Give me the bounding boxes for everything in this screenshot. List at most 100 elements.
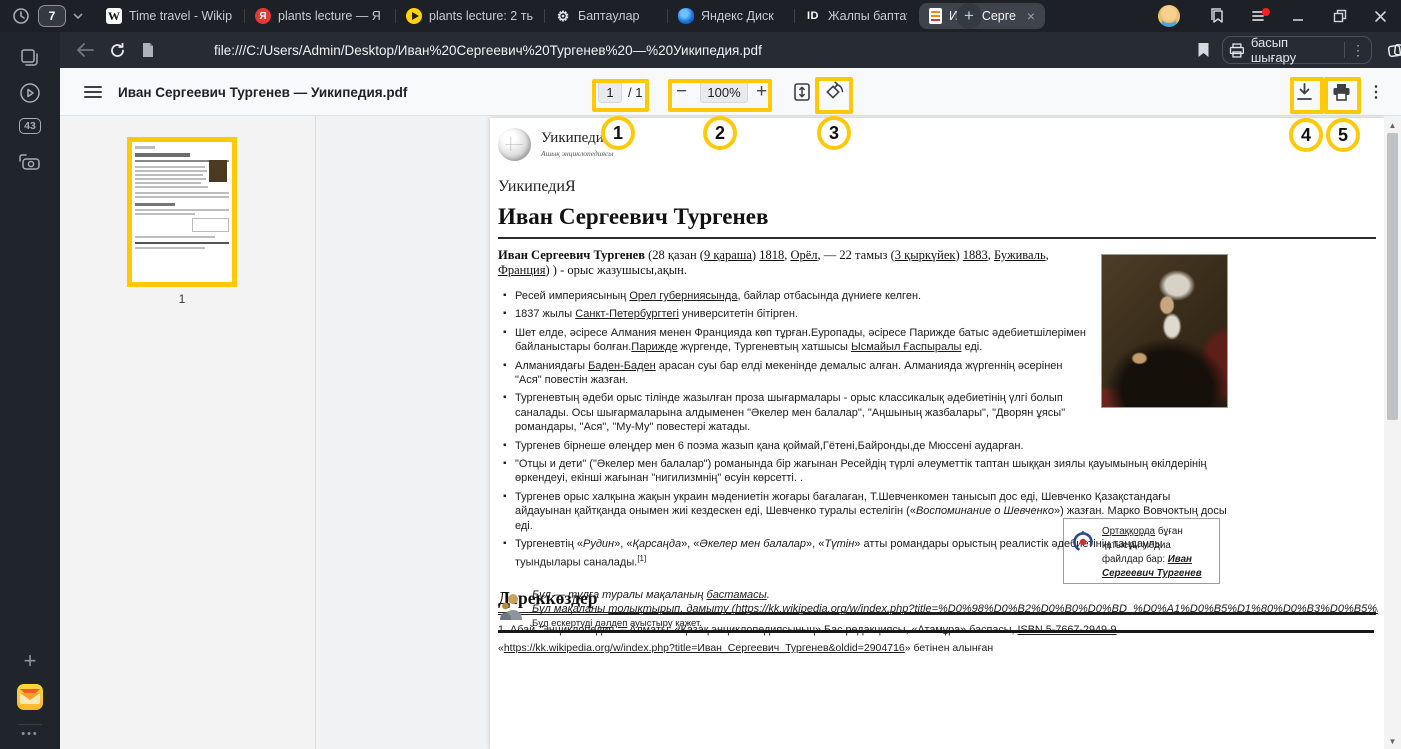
pdf-viewer-area: 1 УикипедиЯ Ашық энциклопедиясы Уикипеди… <box>60 116 1401 749</box>
new-tab-button[interactable]: + <box>956 3 982 29</box>
notification-dot <box>1262 8 1270 16</box>
addressbar: file:///C:/Users/Admin/Desktop/Иван%20Се… <box>60 32 1401 68</box>
tab-list-chevron-icon[interactable] <box>70 0 86 32</box>
bullet-item: Ресей империясының Орел губерниясында, б… <box>515 289 1228 303</box>
tab-label: Time travel - Wikip <box>129 9 232 23</box>
commons-infobox: Ортаққорда бұған қатысты медиа файлдар б… <box>1063 518 1220 584</box>
tab-groups-icon[interactable] <box>1382 32 1401 68</box>
browser-menu-icon[interactable] <box>1248 0 1272 32</box>
bookmark-flag-icon[interactable] <box>1190 32 1216 68</box>
pdf-file-icon <box>929 8 942 24</box>
titlebar: 7 W Time travel - Wikip Я plants lecture… <box>0 0 1401 32</box>
panels-icon[interactable] <box>0 48 60 68</box>
tab-label: plants lecture — Я <box>278 9 381 23</box>
tab-label: Яндекс Диск <box>701 9 774 23</box>
tab-plants-lecture-video[interactable]: plants lecture: 2 ть <box>396 0 544 32</box>
file-page-icon[interactable] <box>136 32 160 68</box>
gear-icon: ⚙ <box>555 8 571 24</box>
annotation-box-5-print <box>1324 77 1361 114</box>
annotation-label-4: 4 <box>1289 118 1323 152</box>
pdf-page: УикипедиЯ Ашық энциклопедиясы УикипедиЯ … <box>490 118 1384 749</box>
collections-bookmark-icon[interactable] <box>1206 0 1230 32</box>
commons-text: Ортаққорда бұған қатысты медиа файлдар б… <box>1102 525 1213 581</box>
rail-divider <box>18 724 42 725</box>
stub-person-icon <box>500 592 522 620</box>
pdf-document-title: Иван Сергеевич Тургенев — Уикипедия.pdf <box>118 68 407 116</box>
pdf-menu-hamburger-icon[interactable] <box>84 68 102 116</box>
pdf-more-kebab-icon[interactable]: ⋮ <box>1368 68 1384 116</box>
url-text[interactable]: file:///C:/Users/Admin/Desktop/Иван%20Се… <box>214 32 762 68</box>
tab-label: Жалпы баптаулар <box>828 9 907 23</box>
minimize-button[interactable] <box>1286 0 1310 32</box>
history-clock-icon[interactable] <box>8 0 34 32</box>
button-divider <box>1344 42 1345 58</box>
screen-capture-icon[interactable] <box>0 152 60 172</box>
close-window-button[interactable] <box>1368 0 1392 32</box>
article-title: Иван Сергеевич Тургенев <box>498 204 1376 239</box>
printer-icon <box>1229 43 1245 58</box>
annotation-label-2: 2 <box>703 116 737 150</box>
tab-label: plants lecture: 2 ть <box>429 9 533 23</box>
stub-line-1: Бұл — тұлға туралы мақаланың бастамасы. <box>532 588 1378 602</box>
wikipedia-globe-icon <box>498 128 531 161</box>
thumbnail-portrait-block <box>209 160 227 182</box>
tab-counter-badge[interactable]: 7 <box>38 5 66 27</box>
wikipedia-icon: W <box>106 8 122 24</box>
video-play-icon <box>406 8 422 24</box>
browser-window: 7 W Time travel - Wikip Я plants lecture… <box>0 0 1401 749</box>
add-panel-plus-icon[interactable]: + <box>0 648 60 674</box>
sidebar-rail: 43 + ••• <box>0 32 60 749</box>
tab-label: Баптаулар <box>578 9 640 23</box>
fit-to-page-button[interactable] <box>792 68 812 116</box>
scroll-down-icon[interactable]: ▼ <box>1384 734 1401 748</box>
site-name-line: УикипедиЯ <box>498 178 1384 196</box>
vertical-scrollbar[interactable]: ▲ ▼ <box>1384 116 1401 749</box>
restore-window-button[interactable] <box>1328 0 1352 32</box>
scroll-up-icon[interactable]: ▲ <box>1384 118 1401 132</box>
annotation-label-1: 1 <box>601 116 635 150</box>
tab-time-travel[interactable]: W Time travel - Wikip <box>96 0 244 32</box>
thumbnail-panel: 1 <box>60 116 316 749</box>
tab-count-badge-icon[interactable]: 43 <box>0 118 60 134</box>
yandex-mail-icon[interactable] <box>0 684 60 710</box>
bullet-item: 1837 жылы Санкт-Петербургтегі университе… <box>515 307 1228 321</box>
wikimedia-commons-icon <box>1071 529 1095 553</box>
rail-more-dots-icon[interactable]: ••• <box>0 728 60 740</box>
id-icon: ID <box>805 8 821 24</box>
print-label: басып шығару <box>1251 35 1336 65</box>
print-page-button[interactable]: басып шығару ⋮ <box>1222 36 1372 64</box>
print-options-kebab-icon[interactable]: ⋮ <box>1351 42 1365 59</box>
page-thumbnail[interactable] <box>127 137 237 287</box>
annotation-box-4-download <box>1290 77 1324 114</box>
footer-rule <box>498 630 1374 633</box>
tab-active-pdf[interactable]: Иван Сергееви × <box>919 3 1045 29</box>
close-tab-icon[interactable]: × <box>1027 8 1035 24</box>
annotation-box-3-rotate <box>815 77 853 114</box>
tab-plants-lecture-search[interactable]: Я plants lecture — Я <box>245 0 395 32</box>
annotation-box-2-zoom-controls <box>668 79 772 112</box>
retrieved-from-line: «https://kk.wikipedia.org/w/index.php?ti… <box>498 642 993 654</box>
wikipedia-tagline: Ашық энциклопедиясы <box>541 149 613 158</box>
annotation-label-3: 3 <box>817 116 851 150</box>
video-player-icon[interactable] <box>0 82 60 104</box>
stub-notice: Бұл — тұлға туралы мақаланың бастамасы. … <box>498 588 1382 629</box>
scrollbar-thumb[interactable] <box>1387 133 1398 420</box>
back-icon[interactable] <box>72 32 98 68</box>
yandex-disk-icon <box>678 8 694 24</box>
bullet-item: "Отцы и дети" ("Әкелер мен балалар") ром… <box>515 457 1228 486</box>
tabs-strip: W Time travel - Wikip Я plants lecture —… <box>96 0 1047 32</box>
bullet-item: Тургеневтың әдеби орыс тілінде жазылған … <box>515 391 1228 434</box>
tab-general-settings[interactable]: ID Жалпы баптаулар <box>795 0 917 32</box>
profile-avatar[interactable] <box>1158 5 1180 27</box>
reload-icon[interactable] <box>104 32 130 68</box>
tab-yandex-disk[interactable]: Яндекс Диск <box>668 0 794 32</box>
bullet-item: Тургенев бірнеше өлеңдер мен 6 поэма жаз… <box>515 439 1228 453</box>
thumbnail-page-number: 1 <box>127 292 237 306</box>
tab-settings[interactable]: ⚙ Баптаулар <box>545 0 667 32</box>
bullet-item: Алманиядағы Баден-Баден арасан суы бар е… <box>515 359 1228 388</box>
stub-line-3: Бұл ескертуді дәлдеп ауыстыру қажет. <box>532 618 1382 629</box>
stub-line-2: Бұл мақаланы толықтырып, дамыту (https:/… <box>532 602 1378 616</box>
annotation-box-1-page-counter <box>592 79 649 112</box>
bullet-item: Шет елде, әсіресе Алмания менен Францияд… <box>515 326 1228 355</box>
annotation-label-5: 5 <box>1326 118 1360 152</box>
